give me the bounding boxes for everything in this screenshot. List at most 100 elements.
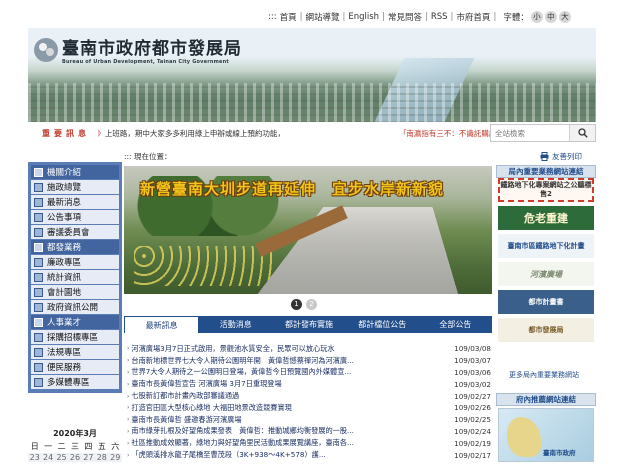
carousel-pager: 1 2 [291, 299, 317, 310]
english-link[interactable]: English [348, 12, 379, 22]
tab-all-announcements[interactable]: 全部公告 [419, 316, 492, 333]
nav-item-review-committee[interactable]: 審議委員會 [31, 225, 119, 240]
nav-bullet-icon [34, 197, 43, 207]
calendar-day[interactable]: 23 [30, 453, 40, 462]
home-link[interactable]: 首頁 [280, 11, 297, 23]
nav-label: 人事業才 [47, 318, 82, 328]
ticker-text-2[interactable]: 「南瀛指有三不：不識託購話，不瞞受財叶 [399, 128, 499, 139]
carousel-dot-2[interactable]: 2 [306, 299, 317, 310]
carousel-dot-1[interactable]: 1 [291, 299, 302, 310]
bullet-icon: › [127, 380, 130, 388]
nav-label: 便民服務 [47, 363, 82, 373]
nav-bullet-icon [34, 347, 43, 357]
nav-label: 施政總覽 [47, 183, 82, 193]
nav-item-agency-intro[interactable]: 機關介紹 [31, 165, 119, 180]
nav-item-accounting[interactable]: 會計園地 [31, 285, 119, 300]
ticker-text[interactable]: 上班路，期中大家多多利用綠上申辦或線上預約功能， [105, 128, 395, 139]
news-title: 世界7大令人期待之一公園明日登場，黃偉哲今日預覽國內外媒體宣... [131, 367, 352, 377]
calendar-day[interactable]: 29 [110, 453, 120, 462]
banner-dangerous-old-buildings[interactable]: 危老重建 [498, 206, 594, 230]
nav-item-regulations[interactable]: 法規專區 [31, 345, 119, 360]
banner-city-image [28, 83, 596, 122]
nav-label: 審議委員會 [47, 228, 90, 238]
list-item[interactable]: › 台南新地標世界七大令人期待公園明年開 黃偉哲憾蔡禪河為河濱廣... 109/03… [127, 355, 491, 367]
print-label: 友善列印 [552, 152, 582, 161]
sitemap-link[interactable]: 網站導覽 [305, 11, 339, 23]
nav-item-announcements[interactable]: 公告事項 [31, 210, 119, 225]
list-item[interactable]: › 「虎頭溪排水龍子尾橋至曹茂段（3K+938～4K+578）護... 109/02… [127, 449, 491, 461]
font-medium-button[interactable]: 中 [544, 11, 557, 23]
nav-item-open-info[interactable]: 政府資訊公開 [31, 300, 119, 315]
bullet-icon: › [127, 439, 130, 447]
nav-label: 機關介紹 [47, 168, 82, 178]
font-small-button[interactable]: 小 [530, 11, 543, 23]
news-date: 109/02/26 [454, 403, 491, 413]
list-item[interactable]: › 世界7大令人期待之一公園明日登場，黃偉哲今日預覽國內外媒體宣... 109/03… [127, 367, 491, 379]
list-item[interactable]: › 打造官田區大型核心綠地 大福田地景改造競賽實現 109/02/26 [127, 402, 491, 414]
tab-events[interactable]: 活動消息 [199, 316, 272, 333]
nav-item-services[interactable]: 便民服務 [31, 360, 119, 375]
site-logo[interactable]: 臺南市政府都市發展局 Bureau of Urban Development, … [34, 34, 242, 65]
rss-link[interactable]: RSS [431, 12, 448, 22]
nav-bullet-icon [34, 362, 43, 372]
nav-label: 都發業務 [47, 243, 82, 253]
ticker-label: 重要訊息 [42, 128, 90, 138]
list-item[interactable]: › 臺南市長黃偉哲 盛邀春游河濱廣場 109/02/25 [127, 414, 491, 426]
tab-latest-news[interactable]: 最新訊息 [124, 316, 200, 333]
nav-bullet-icon [34, 257, 43, 267]
list-item[interactable]: › 社區推動成效顯著，綠地力與好望角里民活動成果展覽講座，臺南各... 109/02… [127, 437, 491, 449]
nav-item-policy[interactable]: 施政總覽 [31, 180, 119, 195]
banner-urban-development[interactable]: 都市發展局 [498, 318, 594, 342]
news-ticker: 重要訊息 ⦊ 上班路，期中大家多多利用綠上申辦或線上預約功能， 「南瀛指有三不：… [28, 124, 596, 142]
banner-urban-plan-book[interactable]: 都市計畫書 [498, 290, 594, 314]
banner-river-plaza[interactable]: 河濱廣場 [498, 262, 594, 286]
nav-item-integrity[interactable]: 廉政專區 [31, 255, 119, 270]
printer-icon [540, 152, 549, 161]
news-title: 南市綠芽扎根及好望角成果發表 黃偉哲：推動城鄉均衡發展的一股... [131, 426, 354, 436]
map-label: 臺南市政府 [543, 449, 576, 457]
bullet-icon: › [127, 451, 130, 459]
calendar-day[interactable]: 28 [97, 453, 107, 462]
search-button[interactable] [569, 125, 595, 141]
banner-railway-project[interactable]: 臺南市區鐵路地下化計畫 [498, 234, 594, 258]
nav-label: 多媒體專區 [47, 378, 90, 388]
top-utility-links: ::: 首頁 | 網站導覽 | English | 常見問答 | RSS | 市… [268, 10, 571, 24]
weekday: 三 [70, 442, 79, 451]
nav-bullet-icon [34, 332, 43, 342]
divider: | [493, 12, 497, 22]
nav-item-procurement[interactable]: 採購招標專區 [31, 330, 119, 345]
calendar-day[interactable]: 26 [70, 453, 80, 462]
more-sites-link[interactable]: 更多局內重要業務網站 [509, 370, 579, 380]
divider: | [450, 12, 454, 22]
city-home-link[interactable]: 市府首頁 [456, 11, 490, 23]
nav-item-statistics[interactable]: 統計資訊 [31, 270, 119, 285]
nav-item-urban-business[interactable]: 都發業務 [31, 240, 119, 255]
calendar-day[interactable]: 25 [56, 453, 66, 462]
list-item[interactable]: › 七股新訂都市計畫內政部審議通過 109/02/27 [127, 390, 491, 402]
font-large-button[interactable]: 大 [558, 11, 571, 23]
nav-item-multimedia[interactable]: 多媒體專區 [31, 375, 119, 390]
faq-link[interactable]: 常見問答 [388, 11, 422, 23]
calendar-day[interactable]: 27 [83, 453, 93, 462]
accesskey-link[interactable]: ::: [268, 12, 277, 22]
list-item[interactable]: › 南市綠芽扎根及好望角成果發表 黃偉哲：推動城鄉均衡發展的一股... 109/02… [127, 426, 491, 438]
tainan-city-map-banner[interactable]: 臺南市政府 [498, 408, 594, 462]
nav-bullet-icon [34, 272, 43, 282]
tab-plan-publication[interactable]: 都計發布實施 [272, 316, 345, 333]
list-item[interactable]: › 臺南市長黃偉哲宣告 河濱廣場 3月7日重現登場 109/03/02 [127, 378, 491, 390]
calendar-day[interactable]: 24 [43, 453, 53, 462]
list-item[interactable]: › 河濱廣場3月7日正式啟用，景觀池水質安全，民眾可以放心玩水 109/03/08 [127, 343, 491, 355]
tab-plan-notices[interactable]: 都計檔位公告 [346, 316, 419, 333]
banner-railway-underground[interactable]: 鐵路地下化專案網站之公聽標售2 [498, 178, 594, 202]
nav-bullet-icon [34, 242, 43, 252]
print-link[interactable]: 友善列印 [540, 151, 582, 162]
nav-bullet-icon [34, 302, 43, 312]
nav-item-personnel[interactable]: 人事業才 [31, 315, 119, 330]
nav-item-news[interactable]: 最新消息 [31, 195, 119, 210]
divider: | [342, 12, 346, 22]
ticker-arrow-icon: ⦊ [98, 128, 101, 137]
search-input[interactable] [491, 125, 569, 141]
nav-label: 法規專區 [47, 348, 82, 358]
important-sites-header: 局內重要業務網站連結 [496, 165, 596, 178]
breadcrumb: ::: 現在位置： [124, 152, 172, 161]
